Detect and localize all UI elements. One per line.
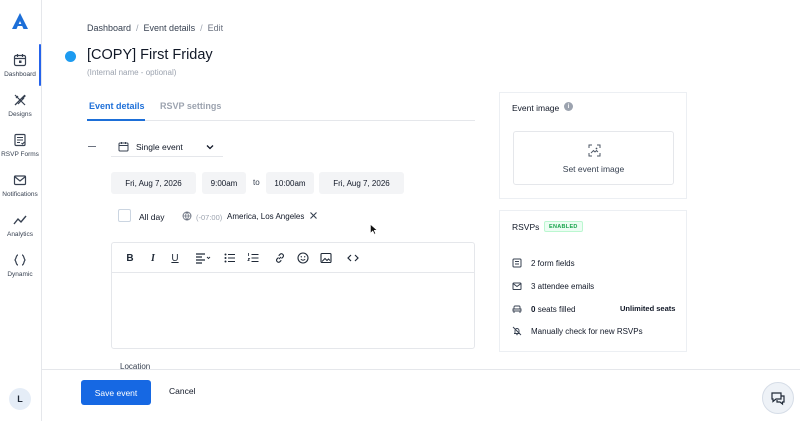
sidebar-item-notifications[interactable]: Notifications	[0, 173, 40, 198]
calendar-icon	[13, 54, 27, 67]
breadcrumb-event-details[interactable]: Event details	[144, 23, 196, 33]
end-time-input[interactable]: 10:00am	[266, 172, 314, 194]
tab-active-underline	[87, 119, 145, 121]
attendee-emails-text: 3 attendee emails	[531, 281, 595, 291]
breadcrumb-separator: /	[136, 23, 139, 33]
rsvps-title: RSVPs	[512, 222, 540, 232]
collapse-icon[interactable]	[88, 146, 96, 147]
app-logo[interactable]	[10, 11, 30, 31]
form-fields-text: 2 form fields	[531, 258, 575, 268]
footer-bar	[42, 369, 800, 421]
mail-icon	[512, 282, 522, 290]
seat-icon	[512, 305, 522, 313]
all-day-checkbox[interactable]	[118, 209, 131, 222]
event-image-title: Event image	[512, 103, 560, 113]
timezone-select[interactable]: America, Los Angeles	[227, 212, 304, 221]
calendar-icon	[118, 142, 129, 152]
unlimited-seats: Unlimited seats	[620, 304, 676, 313]
globe-icon	[182, 211, 192, 221]
info-icon[interactable]: i	[564, 102, 573, 111]
image-icon[interactable]	[320, 252, 332, 264]
emoji-icon[interactable]	[297, 252, 309, 264]
underline-icon[interactable]: U	[169, 252, 181, 264]
sidebar-item-dashboard[interactable]: Dashboard	[0, 53, 40, 78]
chevron-down-icon	[206, 145, 214, 150]
bold-icon[interactable]: B	[124, 252, 136, 264]
avatar[interactable]: L	[9, 388, 31, 410]
sidebar-item-label: RSVP Forms	[1, 151, 39, 158]
start-time-input[interactable]: 9:00am	[202, 172, 246, 194]
editor-toolbar: B I U	[112, 243, 474, 273]
set-event-image-label: Set event image	[562, 164, 625, 174]
chat-icon	[771, 392, 785, 406]
bell-off-icon	[512, 326, 522, 336]
tab-bar: Event details RSVP settings	[87, 97, 475, 121]
braces-icon	[14, 254, 26, 266]
page-title[interactable]: [COPY] First Friday	[87, 47, 213, 63]
chat-support-button[interactable]	[762, 382, 794, 414]
sidebar-item-analytics[interactable]: Analytics	[0, 213, 40, 238]
event-type-select[interactable]: Single event	[111, 137, 223, 157]
brush-icon	[14, 94, 26, 106]
sidebar-item-designs[interactable]: Designs	[0, 93, 40, 118]
numbered-list-icon[interactable]	[247, 252, 259, 264]
breadcrumb-current: Edit	[207, 23, 224, 33]
bullet-list-icon[interactable]	[224, 252, 236, 264]
all-day-label: All day	[139, 212, 165, 222]
status-badge: ENABLED	[544, 221, 583, 232]
breadcrumb-dashboard[interactable]: Dashboard	[87, 23, 131, 33]
sidebar-item-label: Notifications	[2, 191, 38, 198]
description-editor[interactable]: B I U	[111, 242, 475, 349]
seats-label: seats filled	[537, 304, 576, 314]
breadcrumb: Dashboard / Event details / Edit	[87, 23, 223, 33]
manual-check-text: Manually check for new RSVPs	[531, 326, 643, 336]
sidebar-item-label: Designs	[8, 111, 32, 118]
event-type-value: Single event	[136, 141, 183, 152]
link-icon[interactable]	[274, 252, 286, 264]
timezone-offset: (-07:00)	[196, 213, 223, 222]
chart-icon	[13, 215, 27, 225]
tab-event-details[interactable]: Event details	[89, 101, 145, 111]
start-date-input[interactable]: Fri, Aug 7, 2026	[111, 172, 196, 194]
italic-icon[interactable]: I	[147, 252, 159, 264]
image-upload-icon	[588, 144, 601, 157]
breadcrumb-separator: /	[200, 23, 203, 33]
close-icon[interactable]	[309, 211, 318, 220]
sidebar-item-dynamic[interactable]: Dynamic	[0, 253, 40, 278]
sidebar: Dashboard Designs RSVP Forms Notificatio…	[0, 0, 42, 421]
end-date-input[interactable]: Fri, Aug 7, 2026	[319, 172, 404, 194]
save-event-button[interactable]: Save event	[81, 380, 151, 405]
rsvp-attendee-emails-row[interactable]: 3 attendee emails	[512, 281, 594, 291]
sidebar-item-label: Dashboard	[4, 71, 36, 78]
form-icon	[512, 258, 522, 268]
code-icon[interactable]	[347, 252, 359, 264]
form-icon	[14, 133, 26, 147]
internal-name-field[interactable]: (Internal name - optional)	[87, 68, 176, 77]
align-icon[interactable]	[195, 252, 211, 264]
set-event-image-button[interactable]: Set event image	[513, 131, 674, 185]
mouse-cursor-icon	[370, 224, 378, 235]
sidebar-item-rsvp-forms[interactable]: RSVP Forms	[0, 133, 40, 158]
sidebar-item-label: Analytics	[6, 231, 33, 238]
cancel-button[interactable]: Cancel	[169, 386, 195, 396]
rsvp-seats-row[interactable]: 0 seats filled	[512, 304, 575, 314]
tab-rsvp-settings[interactable]: RSVP settings	[160, 101, 221, 111]
mail-icon	[13, 175, 27, 186]
status-dot	[65, 51, 76, 62]
sidebar-item-label: Dynamic	[7, 271, 33, 278]
rsvp-manual-check-row[interactable]: Manually check for new RSVPs	[512, 326, 643, 336]
to-label: to	[253, 178, 260, 187]
seats-count: 0	[531, 304, 536, 314]
rsvp-form-fields-row[interactable]: 2 form fields	[512, 258, 575, 268]
